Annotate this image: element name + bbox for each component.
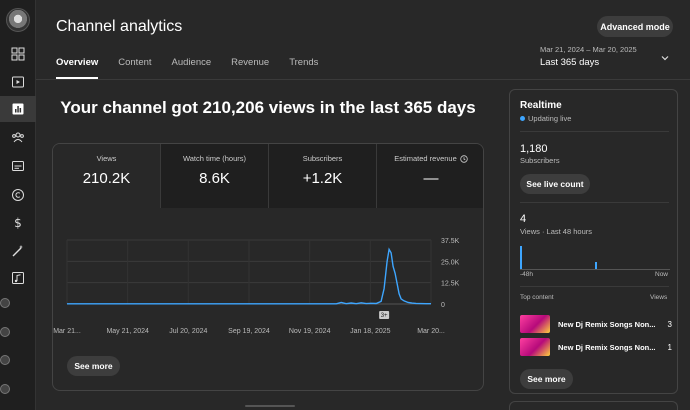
see-live-count-button[interactable]: See live count xyxy=(520,174,590,194)
realtime-views-label: Views · Last 48 hours xyxy=(520,227,592,236)
top-content-row[interactable]: New Dj Remix Songs Non... 1 xyxy=(520,337,672,357)
realtime-axis-start: -48h xyxy=(520,271,534,278)
info-icon[interactable] xyxy=(460,154,468,163)
svg-text:$: $ xyxy=(14,216,22,230)
realtime-panel: Realtime Updating live 1,180 Subscribers… xyxy=(509,89,678,394)
analytics-icon[interactable] xyxy=(0,96,36,122)
shortcut-avatar-2[interactable] xyxy=(0,327,10,337)
next-card-edge xyxy=(509,401,678,410)
metric-label: Subscribers xyxy=(302,154,343,163)
audio-library-icon[interactable] xyxy=(0,265,36,291)
y-tick-label: 0 xyxy=(441,302,445,309)
y-tick-label: 37.5K xyxy=(441,238,460,245)
divider xyxy=(520,131,669,132)
x-tick-label: Mar 20... xyxy=(417,328,445,335)
video-title: New Dj Remix Songs Non... xyxy=(558,319,656,329)
metric-label: Watch time (hours) xyxy=(182,154,247,163)
overview-card: Views 210.2K Watch time (hours) 8.6K Sub… xyxy=(52,143,484,391)
page-title: Channel analytics xyxy=(56,18,183,35)
tab-overview[interactable]: Overview xyxy=(56,57,99,79)
realtime-bar xyxy=(520,246,522,270)
upload-marker-label: 3+ xyxy=(381,313,388,319)
x-tick-label: Jan 18, 2025 xyxy=(350,328,391,335)
channel-avatar[interactable] xyxy=(6,8,30,32)
top-content-row[interactable]: New Dj Remix Songs Non... 3 xyxy=(520,314,672,334)
copyright-icon[interactable] xyxy=(0,182,36,208)
metric-label: Views xyxy=(96,154,117,163)
overview-headline: Your channel got 210,206 views in the la… xyxy=(60,98,476,117)
x-tick-label: Sep 19, 2024 xyxy=(228,328,270,335)
x-tick-label: May 21, 2024 xyxy=(106,328,149,335)
realtime-views-value: 4 xyxy=(520,213,527,225)
chevron-down-icon[interactable] xyxy=(660,53,670,63)
metric-value: — xyxy=(423,170,439,187)
metric-value: 8.6K xyxy=(199,170,230,187)
metric-views[interactable]: Views 210.2K xyxy=(53,144,161,208)
metric-label: Estimated revenue xyxy=(394,154,457,163)
metric-value: +1.2K xyxy=(302,170,343,187)
realtime-status: Updating live xyxy=(520,114,571,123)
customization-icon[interactable] xyxy=(0,238,36,264)
content-icon[interactable] xyxy=(0,69,36,95)
advanced-mode-button[interactable]: Advanced mode xyxy=(597,16,673,37)
left-rail: $ xyxy=(0,0,36,410)
community-icon[interactable] xyxy=(0,124,36,150)
header-divider xyxy=(36,79,690,80)
realtime-subscribers-value: 1,180 xyxy=(520,143,548,155)
subtitles-icon[interactable] xyxy=(0,153,36,179)
divider xyxy=(520,202,669,203)
top-content-see-more-button[interactable]: See more xyxy=(520,369,573,389)
realtime-status-text: Updating live xyxy=(528,114,572,123)
realtime-title: Realtime xyxy=(520,100,562,111)
shortcut-avatar-4[interactable] xyxy=(0,384,10,394)
tab-revenue[interactable]: Revenue xyxy=(231,57,269,79)
realtime-bar xyxy=(595,262,597,270)
see-more-button[interactable]: See more xyxy=(67,356,120,376)
scroll-indicator xyxy=(245,405,295,407)
video-views: 3 xyxy=(667,319,672,329)
y-tick-label: 12.5K xyxy=(441,281,460,288)
views-line-chart[interactable]: 37.5K 25.0K 12.5K 0 Mar 21... May 21, 2024 Jul… xyxy=(53,208,484,348)
video-title: New Dj Remix Songs Non... xyxy=(558,342,656,352)
date-preset-text[interactable]: Last 365 days xyxy=(540,57,599,68)
dashboard-icon[interactable] xyxy=(0,41,36,67)
metric-subscribers[interactable]: Subscribers +1.2K xyxy=(269,144,377,208)
top-content-label: Top content xyxy=(520,294,554,301)
y-tick-label: 25.0K xyxy=(441,259,460,266)
x-tick-label: Mar 21... xyxy=(53,328,81,335)
analytics-tabs: Overview Content Audience Revenue Trends xyxy=(56,57,338,79)
video-thumbnail xyxy=(520,315,550,333)
live-dot-icon xyxy=(520,116,525,121)
metric-tabs: Views 210.2K Watch time (hours) 8.6K Sub… xyxy=(53,144,483,208)
shortcut-avatar-1[interactable] xyxy=(0,298,10,308)
realtime-subscribers-label: Subscribers xyxy=(520,156,560,165)
x-tick-label: Jul 20, 2024 xyxy=(169,328,207,335)
top-content-views-header: Views xyxy=(650,294,668,301)
realtime-axis-end: Now xyxy=(655,271,669,278)
shortcut-avatar-3[interactable] xyxy=(0,355,10,365)
earn-icon[interactable]: $ xyxy=(0,210,36,236)
video-views: 1 xyxy=(667,342,672,352)
tab-content[interactable]: Content xyxy=(118,57,151,79)
divider xyxy=(520,286,669,287)
realtime-bar-chart[interactable] xyxy=(520,240,670,270)
tab-trends[interactable]: Trends xyxy=(289,57,318,79)
tab-audience[interactable]: Audience xyxy=(172,57,212,79)
metric-estimated-revenue[interactable]: Estimated revenue — xyxy=(377,144,483,208)
metric-value: 210.2K xyxy=(82,170,131,187)
video-thumbnail xyxy=(520,338,550,356)
x-tick-label: Nov 19, 2024 xyxy=(289,328,331,335)
date-range-text[interactable]: Mar 21, 2024 – Mar 20, 2025 xyxy=(540,45,637,54)
metric-watch-time[interactable]: Watch time (hours) 8.6K xyxy=(161,144,269,208)
